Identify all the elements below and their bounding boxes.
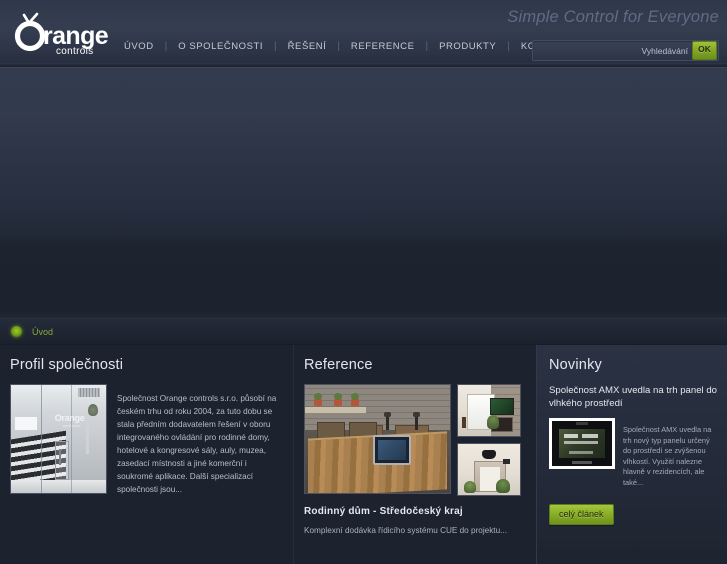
profile-text: Společnost Orange controls s.r.o. působí… [117, 394, 277, 495]
reference-heading: Reference [304, 357, 373, 373]
profile-heading: Profil společnosti [10, 357, 124, 373]
reference-item-title[interactable]: Rodinný dům - Středočeský kraj [304, 506, 528, 517]
main-navigation: ÚVOD | O SPOLEČNOSTI | ŘEŠENÍ | REFERENC… [122, 41, 578, 52]
lobby-illustration: Orange controls [11, 385, 106, 493]
nav-separator: | [337, 41, 340, 52]
reference-gallery [304, 384, 528, 496]
breadcrumb-bullet-icon [10, 325, 23, 338]
news-thumbnail[interactable] [549, 418, 615, 469]
profile-image[interactable]: Orange controls [10, 384, 107, 494]
column-reference: Reference Rodinný dům - Středočeský kraj… [293, 345, 536, 564]
hero-banner [0, 67, 727, 319]
rustic-room-illustration [305, 385, 450, 493]
column-news: Novinky Společnost AMX uvedla na trh pan… [536, 345, 727, 564]
reference-item-description: Komplexní dodávka řídicího systému CUE d… [304, 526, 507, 536]
nav-separator: | [507, 41, 510, 52]
column-profile: Profil společnosti Orange controls Spole… [0, 345, 293, 564]
news-item-title[interactable]: Společnost AMX uvedla na trh panel do vl… [549, 384, 717, 410]
reference-main-image[interactable] [304, 384, 451, 494]
svg-text:controls: controls [56, 46, 93, 57]
reference-side-image-2[interactable] [457, 443, 521, 496]
orange-controls-logo-icon: range controls [14, 12, 109, 57]
nav-separator: | [425, 41, 429, 52]
search-submit-button[interactable]: OK [692, 41, 717, 60]
reference-side-image-1[interactable] [457, 384, 521, 437]
touch-panel-illustration [552, 421, 612, 466]
search-input[interactable] [533, 41, 692, 60]
living-room-illustration [458, 385, 520, 436]
breadcrumb-item-uvod[interactable]: Úvod [32, 327, 53, 337]
search-box[interactable]: OK [532, 40, 719, 61]
read-full-article-button[interactable]: celý článek [549, 503, 614, 525]
nav-separator: | [274, 41, 277, 52]
nav-item-produkty[interactable]: PRODUKTY [437, 41, 498, 52]
nav-item-uvod[interactable]: ÚVOD [122, 41, 156, 52]
hallway-illustration [458, 444, 520, 495]
site-tagline: Simple Control for Everyone [507, 8, 719, 26]
breadcrumb: Úvod [0, 319, 727, 345]
news-item-text: Společnost AMX uvedla na trh nový typ pa… [623, 425, 712, 487]
site-logo[interactable]: range controls [8, 11, 120, 59]
nav-item-reseni[interactable]: ŘEŠENÍ [286, 41, 329, 52]
nav-separator: | [164, 41, 168, 52]
news-heading: Novinky [549, 357, 602, 373]
nav-item-reference[interactable]: REFERENCE [349, 41, 417, 52]
nav-item-o-spolecnosti[interactable]: O SPOLEČNOSTI [176, 41, 265, 52]
main-content: Profil společnosti Orange controls Spole… [0, 345, 727, 564]
site-header: range controls Simple Control for Everyo… [0, 0, 727, 67]
